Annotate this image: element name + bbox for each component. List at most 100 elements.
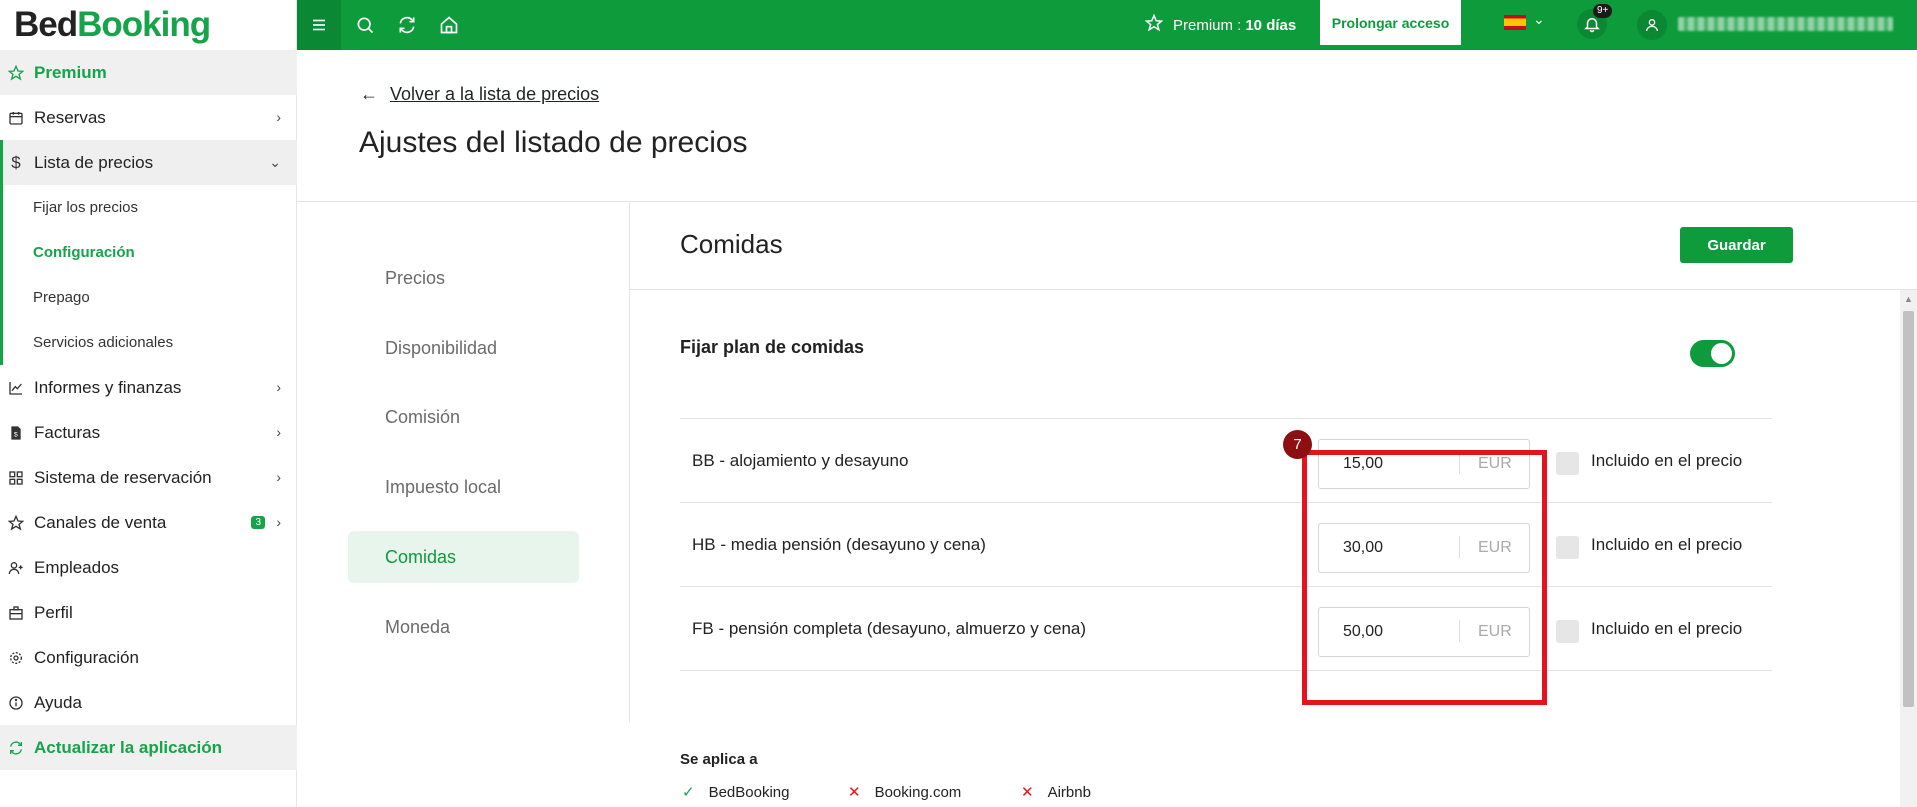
section-title: Comidas [680, 229, 783, 259]
scrollbar-thumb[interactable] [1903, 311, 1914, 707]
sidebar-item-label: Informes y finanzas [34, 377, 182, 397]
sidebar-item-label: Empleados [34, 557, 120, 577]
user-name-redacted[interactable] [1678, 17, 1893, 31]
meal-label: FB - pensión completa (desayuno, almuerz… [692, 619, 1087, 638]
tab-disponibilidad[interactable]: Disponibilidad [348, 322, 579, 374]
included-checkbox[interactable] [1556, 452, 1579, 475]
channel-label: BedBooking [708, 783, 790, 801]
sidebar-item-premium[interactable]: Premium [0, 50, 297, 95]
top-bar: Premium : 10 días Prolongar acceso ⌄ 9+ [297, 0, 1917, 50]
search-icon[interactable] [350, 10, 380, 40]
chevron-down-icon[interactable]: ⌄ [1533, 11, 1545, 28]
applies-to-title: Se aplica a [680, 751, 758, 768]
premium-status[interactable]: Premium : 10 días [1144, 0, 1297, 50]
back-to-price-list-link[interactable]: ← Volver a la lista de precios [360, 84, 599, 105]
sidebar-item-sistema-reservacion[interactable]: Sistema de reservación › [0, 455, 297, 500]
app-logo[interactable]: Bed Booking [0, 0, 296, 50]
grid-icon [7, 469, 25, 487]
sidebar-item-label: Reservas [34, 107, 106, 127]
premium-days: 10 días [1245, 16, 1297, 34]
sidebar-item-configuracion[interactable]: Configuración [0, 635, 297, 680]
page-title: Ajustes del listado de precios [359, 126, 748, 159]
divider [297, 201, 1917, 202]
refresh-icon[interactable] [392, 10, 422, 40]
user-icon[interactable] [1637, 10, 1667, 40]
sidebar-item-informes[interactable]: Informes y finanzas › [0, 365, 297, 410]
chevron-right-icon: › [276, 424, 281, 440]
meal-row-fb: FB - pensión completa (desayuno, almuerz… [680, 587, 1772, 671]
sidebar-item-reservas[interactable]: Reservas › [0, 95, 297, 140]
chevron-right-icon: › [276, 514, 281, 530]
refresh-icon [7, 739, 25, 757]
star-icon [7, 514, 25, 532]
sidebar-item-label: Canales de venta [34, 512, 167, 532]
channel-label: Booking.com [874, 783, 962, 801]
star-icon [7, 64, 25, 82]
gear-icon [7, 649, 25, 667]
scrollbar[interactable]: ▲ [1900, 290, 1917, 807]
premium-label: Premium : [1173, 16, 1242, 34]
arrow-left-icon: ← [360, 84, 378, 104]
sidebar-subitem-prepago[interactable]: Prepago [0, 275, 297, 320]
sidebar-subitem-fijar-precios[interactable]: Fijar los precios [0, 185, 297, 230]
svg-text:$: $ [14, 431, 18, 438]
sidebar-item-perfil[interactable]: Perfil [0, 590, 297, 635]
sidebar-item-facturas[interactable]: $ Facturas › [0, 410, 297, 455]
sidebar-item-label: Actualizar la aplicación [34, 737, 223, 757]
star-icon [1144, 13, 1164, 36]
chevron-right-icon: › [276, 109, 281, 125]
sidebar-item-ayuda[interactable]: Ayuda [0, 680, 297, 725]
count-badge: 3 [251, 516, 265, 529]
sidebar-item-label: Premium [34, 62, 107, 82]
included-checkbox[interactable] [1556, 536, 1579, 559]
sidebar-item-label: Perfil [34, 602, 73, 622]
building-icon [7, 604, 25, 622]
home-icon[interactable] [434, 10, 464, 40]
toggle-knob [1711, 343, 1732, 364]
meal-plan-toggle[interactable] [1690, 340, 1735, 367]
sidebar-item-actualizar[interactable]: Actualizar la aplicación [0, 725, 297, 770]
channel-label: Airbnb [1047, 783, 1091, 801]
channel-bedbooking: ✓ BedBooking [682, 783, 790, 802]
chevron-right-icon: › [276, 469, 281, 485]
user-plus-icon [7, 559, 25, 577]
tab-moneda[interactable]: Moneda [348, 601, 579, 653]
included-label: Incluido en el precio [1591, 619, 1743, 638]
sidebar-item-lista-de-precios[interactable]: $ Lista de precios ⌄ [0, 140, 297, 185]
chart-icon [7, 379, 25, 397]
sidebar-item-label: Lista de precios [34, 152, 154, 172]
highlight-box [1302, 450, 1547, 705]
tab-comidas[interactable]: Comidas [348, 531, 579, 583]
prolongar-acceso-button[interactable]: Prolongar acceso [1320, 0, 1461, 45]
sidebar-subitem-configuracion[interactable]: Configuración [0, 230, 297, 275]
meal-label: BB - alojamiento y desayuno [692, 451, 909, 470]
channel-booking: ✕ Booking.com [848, 783, 962, 802]
calendar-icon [7, 109, 25, 127]
scroll-up-icon[interactable]: ▲ [1904, 294, 1913, 304]
cross-icon: ✕ [1021, 784, 1034, 801]
logo-booking: Booking [77, 5, 211, 44]
back-link-label: Volver a la lista de precios [390, 84, 600, 104]
sidebar-item-label: Ayuda [34, 692, 82, 712]
menu-icon[interactable] [297, 0, 341, 50]
check-icon: ✓ [682, 784, 695, 801]
sidebar-item-empleados[interactable]: Empleados [0, 545, 297, 590]
tab-precios[interactable]: Precios [348, 252, 579, 304]
meal-plan-toggle-label: Fijar plan de comidas [680, 337, 865, 357]
invoice-icon: $ [7, 424, 25, 442]
logo-bed: Bed [14, 5, 78, 44]
tab-impuesto-local[interactable]: Impuesto local [348, 461, 579, 513]
sidebar-item-label: Configuración [34, 647, 139, 667]
tab-comision[interactable]: Comisión [348, 391, 579, 443]
meal-row-bb: BB - alojamiento y desayuno EUR Incluido… [680, 419, 1772, 503]
spain-flag-icon[interactable] [1504, 15, 1526, 30]
notification-badge: 9+ [1593, 4, 1613, 18]
dollar-icon: $ [11, 152, 21, 172]
included-checkbox[interactable] [1556, 620, 1579, 643]
chevron-down-icon: ⌄ [269, 154, 281, 170]
sidebar-subitem-servicios-adicionales[interactable]: Servicios adicionales [0, 320, 297, 365]
save-button[interactable]: Guardar [1680, 227, 1793, 263]
sidebar-item-label: Sistema de reservación [34, 467, 212, 487]
sidebar-item-canales-venta[interactable]: Canales de venta 3 › [0, 500, 297, 545]
included-label: Incluido en el precio [1591, 451, 1743, 470]
